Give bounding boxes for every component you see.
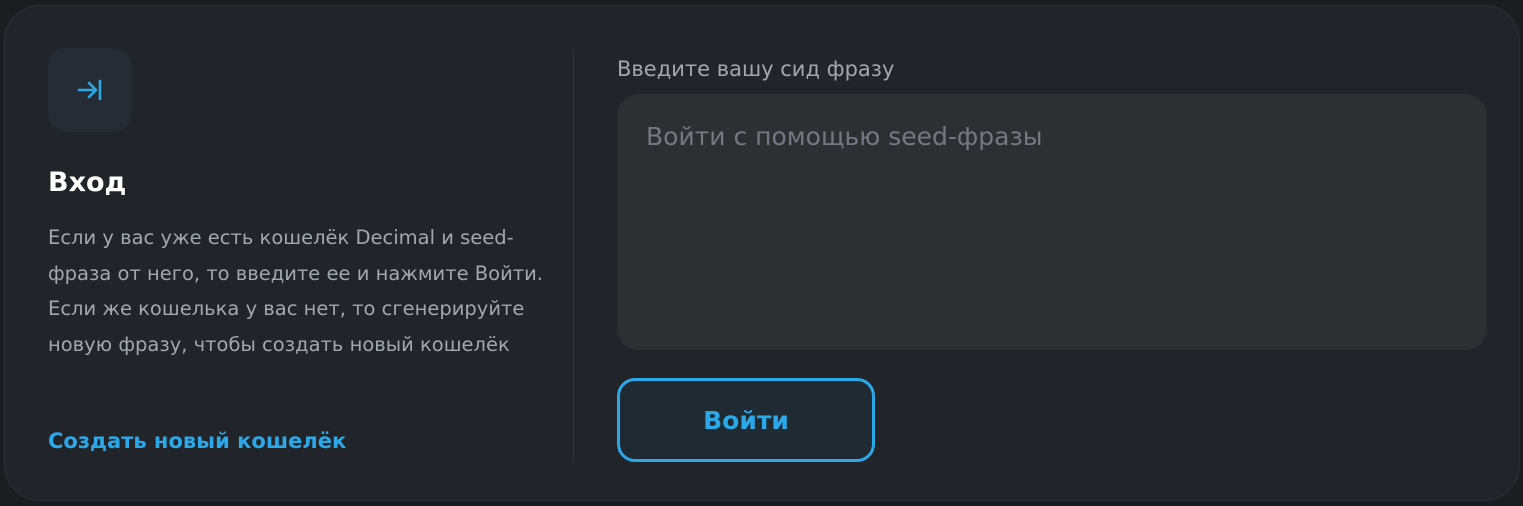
login-icon-container xyxy=(48,48,132,132)
login-button[interactable]: Войти xyxy=(617,378,875,462)
create-wallet-link[interactable]: Создать новый кошелёк xyxy=(48,426,346,456)
seed-phrase-input[interactable] xyxy=(617,94,1487,350)
page-title: Вход xyxy=(48,167,127,198)
seed-field-label: Введите вашу сид фразу xyxy=(617,57,895,81)
login-arrow-icon xyxy=(77,79,102,101)
panel-divider xyxy=(573,49,574,463)
login-card: Вход Если у вас уже есть кошелёк Decimal… xyxy=(4,5,1520,501)
seed-form: Введите вашу сид фразу xyxy=(617,54,1487,350)
login-description: Если у вас уже есть кошелёк Decimal и se… xyxy=(48,226,543,356)
login-info-panel: Вход Если у вас уже есть кошелёк Decimal… xyxy=(48,48,548,362)
